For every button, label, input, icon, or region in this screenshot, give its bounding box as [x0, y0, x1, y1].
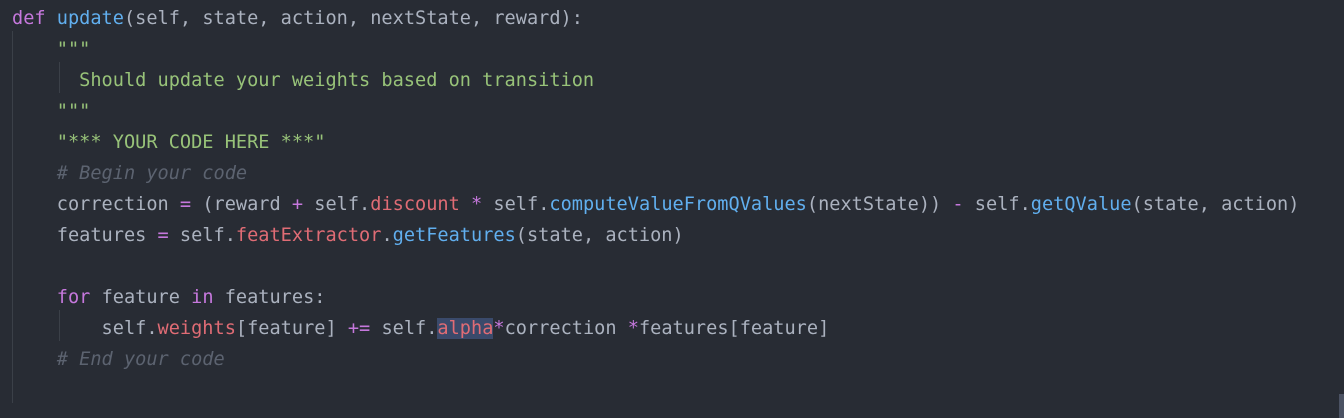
code-token: =: [179, 194, 192, 215]
code-token: [feature]: [235, 318, 348, 339]
code-token: correction: [12, 194, 180, 215]
code-token: self.: [168, 225, 236, 246]
code-token: feature: [90, 287, 192, 308]
code-token: discount: [370, 194, 460, 215]
code-token: featExtractor: [235, 225, 382, 246]
code-token: =: [157, 225, 169, 246]
code-token: (reward: [191, 194, 292, 215]
code-token: (self, state, action, nextState, reward)…: [123, 8, 583, 29]
code-token: getQValue: [1030, 194, 1132, 215]
code-token: *: [627, 318, 639, 339]
code-line-12[interactable]: # End your code: [12, 344, 225, 375]
code-token: in: [191, 287, 214, 308]
code-token: features:: [213, 287, 326, 308]
code-token: Should update your weights based on tran…: [12, 70, 595, 91]
code-line-3[interactable]: Should update your weights based on tran…: [12, 65, 594, 96]
code-token: self.: [370, 318, 438, 339]
code-token: # Begin your code: [12, 163, 248, 184]
code-token: """: [12, 101, 91, 122]
code-token: features: [12, 225, 158, 246]
code-token: (nextState)): [806, 194, 953, 215]
code-line-7[interactable]: correction = (reward + self.discount * s…: [12, 189, 1300, 220]
code-token: *: [471, 194, 483, 215]
code-line-6[interactable]: # Begin your code: [12, 158, 247, 189]
scrollbar-thumb[interactable]: [1339, 394, 1344, 418]
code-token: self.: [482, 194, 550, 215]
code-token: *: [493, 318, 505, 339]
code-line-5[interactable]: "*** YOUR CODE HERE ***": [12, 127, 326, 158]
code-line-8[interactable]: features = self.featExtractor.getFeature…: [12, 220, 684, 251]
code-token: def: [12, 8, 57, 29]
code-token: """: [12, 39, 91, 60]
code-token: .: [381, 225, 393, 246]
code-token: computeValueFromQValues: [549, 194, 807, 215]
code-token: features[feature]: [638, 318, 830, 339]
code-token: self.: [963, 194, 1031, 215]
code-line-4[interactable]: """: [12, 96, 91, 127]
code-line-10[interactable]: for feature in features:: [12, 282, 326, 313]
code-token: self.: [303, 194, 371, 215]
code-editor[interactable]: def update(self, state, action, nextStat…: [0, 0, 1344, 418]
code-token: +: [291, 194, 304, 215]
code-token: (state, action): [1131, 194, 1300, 215]
code-line-2[interactable]: """: [12, 34, 91, 65]
code-line-1[interactable]: def update(self, state, action, nextStat…: [12, 3, 583, 34]
code-token: correction: [504, 318, 628, 339]
code-token: for: [56, 287, 91, 308]
code-line-11[interactable]: self.weights[feature] += self.alpha*corr…: [12, 313, 829, 344]
code-token: # End your code: [12, 349, 225, 370]
code-token: "*** YOUR CODE HERE ***": [12, 132, 326, 153]
code-token: +=: [347, 318, 371, 339]
selected-token: alpha: [437, 318, 494, 339]
code-token: getFeatures: [392, 225, 516, 246]
code-token: update: [56, 8, 124, 29]
code-token: self.: [12, 318, 158, 339]
code-token: -: [952, 194, 964, 215]
code-token: weights: [157, 318, 236, 339]
code-token: (state, action): [515, 225, 684, 246]
